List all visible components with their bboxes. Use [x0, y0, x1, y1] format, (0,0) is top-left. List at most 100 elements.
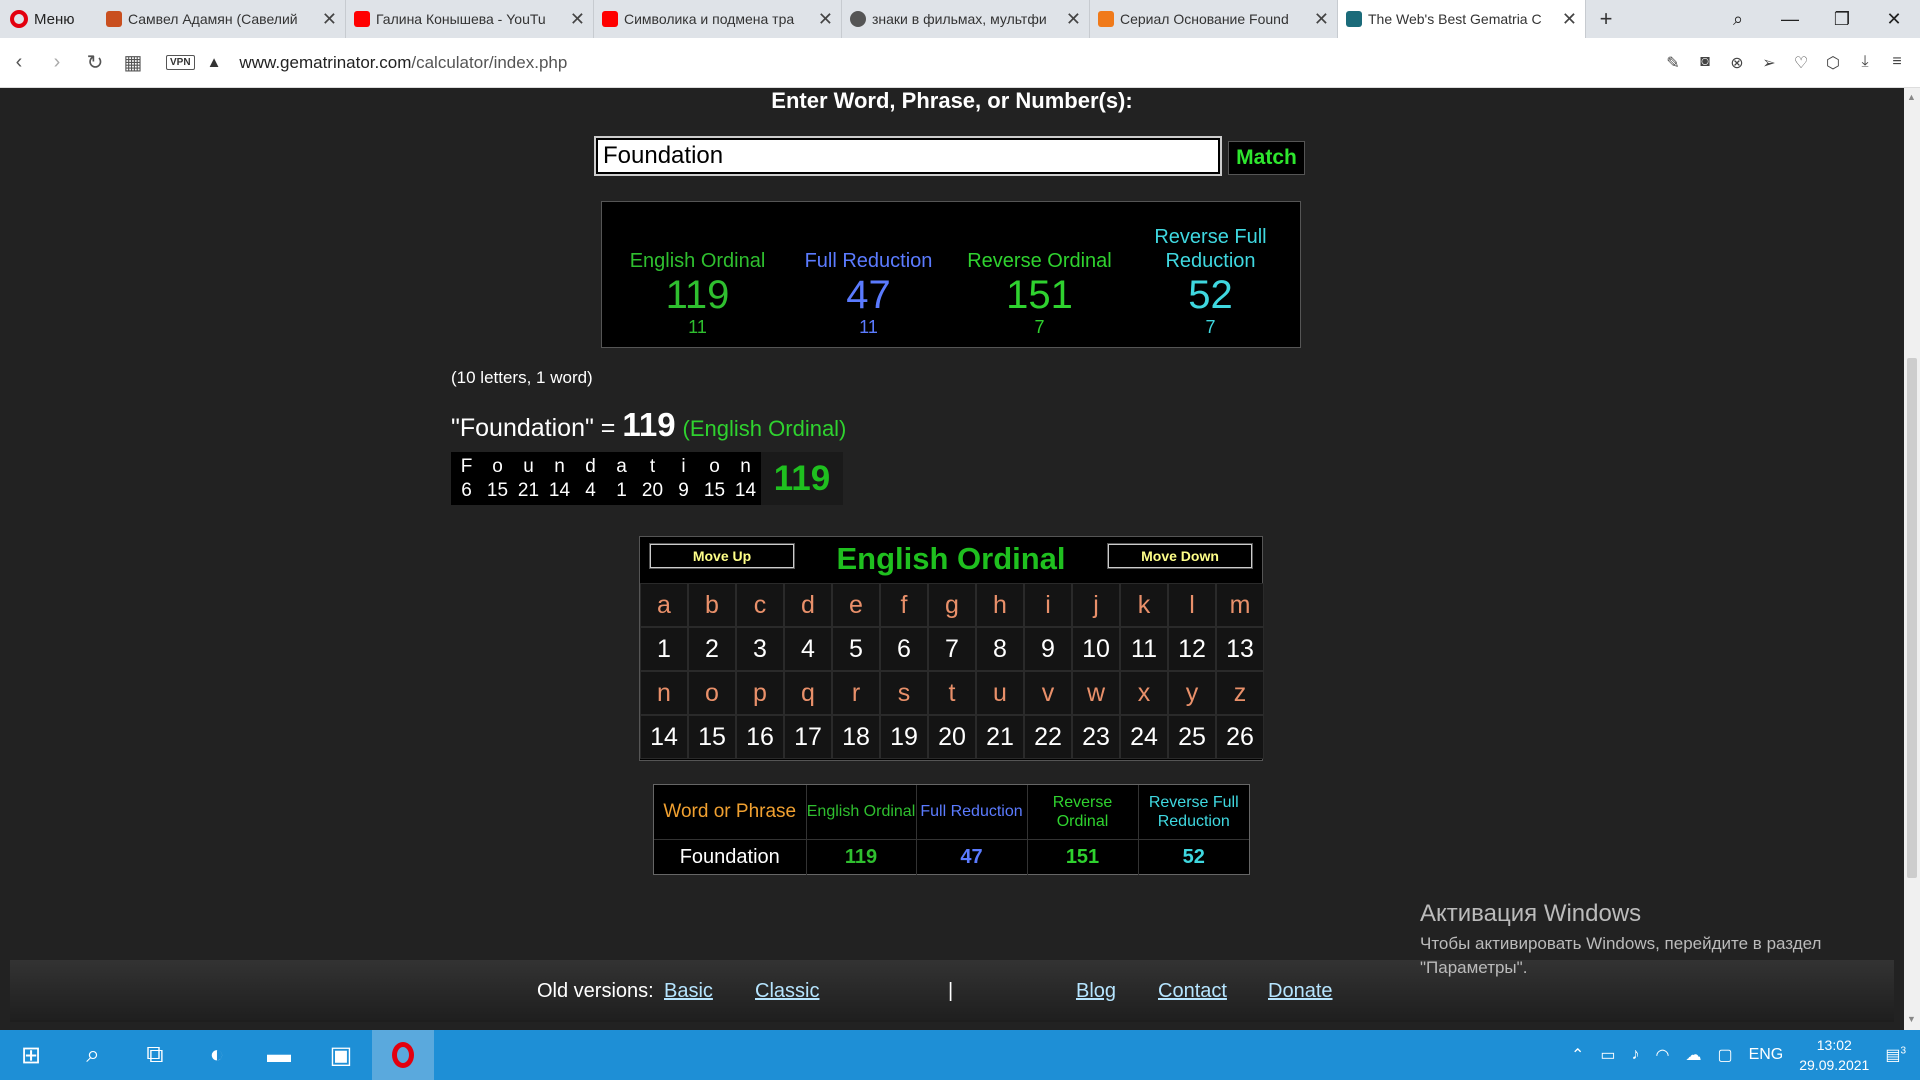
cipher-letter-cell: z [1216, 671, 1264, 715]
volume-icon[interactable]: ♪ [1631, 1046, 1639, 1064]
move-down-button[interactable]: Move Down [1107, 543, 1253, 569]
cipher-value-cell: 2 [688, 627, 736, 671]
browser-tab[interactable]: Символика и подмена тра ✕ [594, 0, 842, 38]
cipher-letter-cell: i [1024, 583, 1072, 627]
result-reverse-full-reduction: Reverse Full Reduction 52 7 [1125, 202, 1296, 347]
tab-title: Самвел Адамян (Савелий [128, 11, 298, 27]
cipher-letter-cell: u [976, 671, 1024, 715]
browser-tab[interactable]: Галина Конышева - YouTu ✕ [346, 0, 594, 38]
basic-link[interactable]: Basic [664, 980, 713, 1003]
edit-icon[interactable]: ✎ [1664, 53, 1682, 73]
scrollbar-thumb[interactable] [1907, 358, 1917, 878]
cipher-letter-cell: o [688, 671, 736, 715]
summary-eo-value[interactable]: 119 [806, 838, 917, 875]
breakdown-letter: u [523, 455, 534, 477]
windows-start-icon[interactable]: ⊞ [0, 1030, 62, 1080]
search-tabs-icon[interactable]: ⌕ [1712, 9, 1764, 30]
header-reverse-ordinal[interactable]: Reverse Ordinal [1027, 785, 1139, 839]
breakdown-cell: t 20 [637, 452, 668, 505]
url-field[interactable]: www.gematrinator.com/calculator/index.ph… [239, 53, 567, 73]
browser-tab[interactable]: Сериал Основание Found ✕ [1090, 0, 1338, 38]
browser-tab[interactable]: знаки в фильмах, мультфи ✕ [842, 0, 1090, 38]
back-icon[interactable]: ‹ [0, 51, 38, 74]
task-view-icon[interactable]: ⧉ [124, 1030, 186, 1080]
match-button[interactable]: Match [1228, 141, 1305, 175]
equation-line: "Foundation" = 119 (English Ordinal) [451, 406, 846, 444]
breakdown-value: 9 [678, 479, 689, 501]
header-word-or-phrase[interactable]: Word or Phrase [654, 785, 807, 839]
browser-tab[interactable]: Самвел Адамян (Савелий ✕ [98, 0, 346, 38]
search-icon[interactable]: ⌕ [62, 1030, 124, 1080]
cipher-value-cell: 24 [1120, 715, 1168, 759]
blog-link[interactable]: Blog [1076, 980, 1116, 1003]
header-reverse-full-reduction[interactable]: Reverse Full Reduction [1138, 785, 1249, 839]
notifications-icon[interactable]: ▤3 [1885, 1045, 1906, 1065]
cipher-value-cell: 20 [928, 715, 976, 759]
minimize-icon[interactable]: — [1764, 9, 1816, 30]
restore-icon[interactable]: ❐ [1816, 9, 1868, 30]
clock[interactable]: 13:02 29.09.2021 [1799, 1035, 1869, 1075]
donate-link[interactable]: Donate [1268, 980, 1333, 1003]
display-icon[interactable]: ▢ [1717, 1045, 1732, 1065]
result-name: Full Reduction [804, 250, 933, 272]
language-indicator[interactable]: ENG [1749, 1046, 1784, 1064]
header-full-reduction[interactable]: Full Reduction [916, 785, 1028, 839]
tab-bar: Меню Самвел Адамян (Савелий ✕ Галина Кон… [0, 0, 1920, 38]
box-icon[interactable]: ⬡ [1824, 53, 1842, 73]
settings-icon[interactable]: ≡ [1888, 53, 1906, 73]
letter-breakdown: F 6 o 15 u 21 n 14 d 4 a 1 t 20 i 9 o 15 n 14 119 [451, 452, 843, 505]
block-icon[interactable]: ⊗ [1728, 53, 1746, 73]
scroll-down-icon[interactable]: ▼ [1907, 1014, 1916, 1024]
cipher-value-cell: 14 [640, 715, 688, 759]
battery-icon[interactable]: ▭ [1600, 1045, 1615, 1065]
summary-ro-value[interactable]: 151 [1027, 838, 1139, 875]
store-icon[interactable]: ▣ [310, 1030, 372, 1080]
close-icon[interactable]: ✕ [322, 9, 337, 30]
result-full-reduction: Full Reduction 47 11 [783, 202, 954, 347]
browser-tab-active[interactable]: The Web's Best Gematria C ✕ [1338, 0, 1586, 38]
breakdown-value: 14 [734, 479, 757, 501]
close-icon[interactable]: ✕ [570, 9, 585, 30]
camera-icon[interactable]: ◙ [1696, 53, 1714, 73]
close-icon[interactable]: ✕ [1314, 9, 1329, 30]
header-english-ordinal[interactable]: English Ordinal [806, 785, 917, 839]
cipher-letter-cell: y [1168, 671, 1216, 715]
breakdown-cell: a1 [606, 452, 637, 505]
close-icon[interactable]: ✕ [1562, 9, 1577, 30]
opera-menu-button[interactable]: Меню [0, 0, 98, 38]
send-icon[interactable]: ➢ [1760, 53, 1778, 73]
close-icon[interactable]: ✕ [818, 9, 833, 30]
breakdown-cell: u 21 [513, 452, 544, 505]
tabs-grid-icon[interactable]: ▦ [114, 50, 152, 75]
new-tab-button[interactable]: + [1586, 0, 1626, 38]
warning-icon[interactable]: ▲ [207, 54, 222, 71]
contact-link[interactable]: Contact [1158, 980, 1227, 1003]
heart-icon[interactable]: ♡ [1792, 53, 1810, 73]
page-scrollbar[interactable]: ▲ ▼ [1904, 88, 1920, 1030]
cloud-icon[interactable]: ☁ [1685, 1045, 1701, 1065]
opera-icon[interactable] [372, 1030, 434, 1080]
result-name: Reverse Full Reduction [1154, 226, 1267, 272]
network-icon[interactable]: ◠ [1655, 1045, 1669, 1065]
cipher-letter-cell: h [976, 583, 1024, 627]
reload-icon[interactable]: ↻ [76, 50, 114, 75]
file-explorer-icon[interactable]: ▬ [248, 1030, 310, 1080]
edge-icon[interactable]: ◐ [186, 1030, 248, 1080]
summary-word[interactable]: Foundation [654, 838, 807, 875]
breakdown-letter: F [460, 455, 473, 477]
breakdown-total: 119 [761, 452, 843, 505]
classic-link[interactable]: Classic [755, 980, 819, 1003]
close-window-icon[interactable]: ✕ [1868, 9, 1920, 30]
cipher-value-cell: 10 [1072, 627, 1120, 671]
summary-rfr-value[interactable]: 52 [1138, 838, 1249, 875]
forward-icon[interactable]: › [38, 51, 76, 74]
download-icon[interactable]: ⤓ [1856, 53, 1874, 73]
vpn-badge[interactable]: VPN [166, 55, 195, 70]
chevron-up-icon[interactable]: ⌃ [1571, 1045, 1584, 1065]
equation-cipher: (English Ordinal) [682, 416, 847, 441]
search-input[interactable] [594, 136, 1222, 176]
close-icon[interactable]: ✕ [1066, 9, 1081, 30]
breakdown-value: 6 [461, 479, 472, 501]
summary-fr-value[interactable]: 47 [916, 838, 1028, 875]
scroll-up-icon[interactable]: ▲ [1907, 92, 1916, 102]
